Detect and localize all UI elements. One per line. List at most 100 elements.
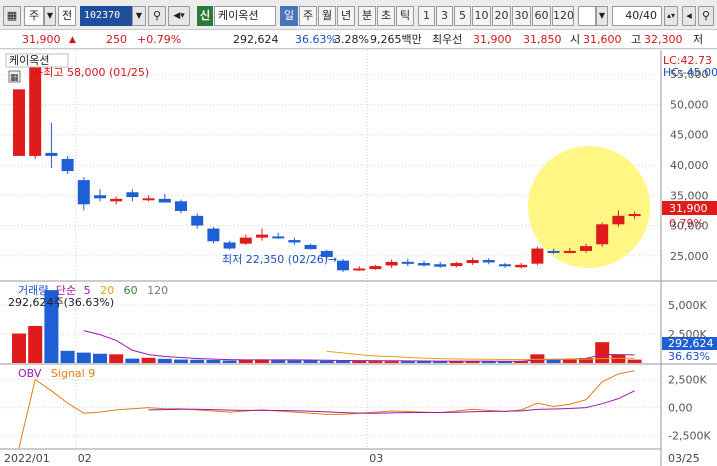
trade-volume: 292,624	[233, 33, 279, 46]
volume-tick-label: 2,500K	[668, 328, 707, 341]
candle-body	[369, 266, 382, 270]
volume-bar	[12, 333, 26, 363]
magnifier-icon[interactable]: ⚲	[698, 6, 714, 26]
candle-body	[531, 248, 544, 264]
trade-amount: 9,265백만	[370, 33, 422, 46]
chevron-down-icon[interactable]: ▼	[44, 6, 56, 26]
volume-bar	[28, 325, 43, 363]
period-year-button[interactable]: 년	[337, 6, 355, 26]
code-dropdown-icon[interactable]: ▼	[132, 6, 146, 26]
volume-bar	[60, 350, 75, 363]
price-tick-label: 30,000	[670, 220, 709, 233]
volume-bar	[319, 360, 334, 363]
high-price: 32,300	[644, 33, 683, 46]
volume-bar	[352, 361, 367, 363]
candle-body	[401, 261, 414, 264]
obv-title: OBV	[18, 367, 42, 380]
candle-body	[466, 260, 479, 264]
date-tick-label: 03	[369, 452, 383, 465]
ma-60-label: 60	[124, 284, 138, 297]
candle-body	[628, 214, 641, 217]
period-week-button[interactable]: 주	[299, 6, 317, 26]
date-tick-label: 03/25	[668, 452, 700, 465]
ma-120-label: 120	[147, 284, 168, 297]
period-day-button[interactable]: 일	[280, 6, 298, 26]
quote-bar: 31,900 ▲ 250 +0.79% 292,624 36.63% 3.28%…	[0, 30, 717, 49]
page-counter: 40/40	[612, 6, 662, 26]
jeon-toggle[interactable]: 전	[58, 6, 76, 26]
volume-tick-label: 5,000K	[668, 299, 707, 312]
credit-badge: 신	[197, 6, 213, 26]
volume-bar	[287, 360, 302, 363]
candle-body	[94, 195, 106, 199]
price-tick-label: 50,000	[670, 98, 709, 111]
candle-body	[499, 264, 511, 267]
candle-body	[353, 268, 366, 271]
interval-120-button[interactable]: 120	[552, 6, 574, 26]
volume-bar	[400, 361, 415, 363]
interval-5-button[interactable]: 5	[454, 6, 471, 26]
period-month-button[interactable]: 월	[318, 6, 336, 26]
date-tick-label: 2022/01	[4, 452, 50, 465]
candle-body	[77, 180, 90, 205]
volume-bar	[271, 360, 286, 363]
grid-menu-icon[interactable]: ▦	[3, 6, 21, 26]
interval-10-button[interactable]: 10	[472, 6, 491, 26]
stock-name-field[interactable]: 케이옥션	[214, 6, 276, 26]
high-label: 고	[631, 33, 642, 46]
obv-tick-label: 2,500K	[668, 374, 707, 387]
price-tick-label: 35,000	[670, 189, 709, 202]
interval-1-button[interactable]: 1	[418, 6, 435, 26]
candle-body	[191, 215, 204, 226]
interval-30-button[interactable]: 30	[512, 6, 531, 26]
price-tick-label: 40,000	[670, 159, 709, 172]
volume-bar	[627, 359, 642, 363]
interval-20-button[interactable]: 20	[492, 6, 511, 26]
candle-body	[337, 260, 349, 271]
speaker-icon[interactable]: ◀▾	[168, 6, 190, 26]
candle-body	[239, 237, 252, 244]
candle-body	[304, 244, 317, 250]
interval-3-button[interactable]: 3	[436, 6, 453, 26]
interval-60-button[interactable]: 60	[532, 6, 551, 26]
min-arrow-icon: →	[328, 253, 337, 266]
candle-body	[256, 234, 268, 238]
obv-tick-label: 0,00	[668, 402, 693, 415]
volume-bar	[125, 358, 140, 363]
min-price-text: 최저 22,350 (02/26)	[222, 253, 328, 266]
left-arrow-icon[interactable]: ◂	[682, 6, 696, 26]
search-icon[interactable]: ⚲	[148, 6, 166, 26]
volume-bar	[157, 358, 172, 363]
price-change-pct: +0.79%	[137, 33, 182, 46]
interval-dropdown-icon[interactable]: ▼	[596, 6, 608, 26]
date-tick-label: 02	[78, 452, 92, 465]
price-tick-label: 55,000	[670, 68, 709, 81]
best-ask-price: 31,900	[473, 33, 512, 46]
candle-body	[272, 236, 285, 239]
candle-body	[450, 263, 463, 267]
page-spinner-icon[interactable]: ▴▾	[664, 6, 678, 26]
volume-bar	[530, 354, 545, 363]
best-bid-price: 31,850	[523, 33, 562, 46]
interval-custom-input[interactable]	[578, 6, 596, 26]
best-ask-label: 최우선	[432, 33, 463, 46]
open-price: 31,600	[583, 33, 622, 46]
market-selector[interactable]: 주	[24, 6, 44, 26]
stock-chart[interactable]: 케이옥션 ▦ ←최고 58,000 (01/25) 최저 22,350 (02/…	[0, 50, 717, 466]
candle-body	[223, 242, 236, 249]
period-minute-button[interactable]: 분	[358, 6, 376, 26]
volume-bar	[93, 353, 107, 363]
period-tick-button[interactable]: 틱	[396, 6, 414, 26]
stock-code-input[interactable]: 102370	[80, 6, 132, 26]
candle-body	[612, 215, 625, 225]
candle-body	[45, 152, 58, 156]
signal-title: Signal 9	[51, 367, 95, 380]
candle-body	[515, 264, 528, 268]
volume-bar	[562, 359, 577, 363]
chart-area[interactable]: 케이옥션 ▦ ←최고 58,000 (01/25) 최저 22,350 (02/…	[0, 50, 717, 466]
period-second-button[interactable]: 초	[377, 6, 395, 26]
volume-bar	[206, 359, 221, 363]
volume-bar	[368, 361, 383, 363]
table-toggle-glyph: ▦	[10, 73, 19, 83]
toolbar: ▦ 주 ▼ 전 102370 ▼ ⚲ ◀▾ 신 케이옥션 일 주 월 년 분 초…	[0, 0, 717, 30]
